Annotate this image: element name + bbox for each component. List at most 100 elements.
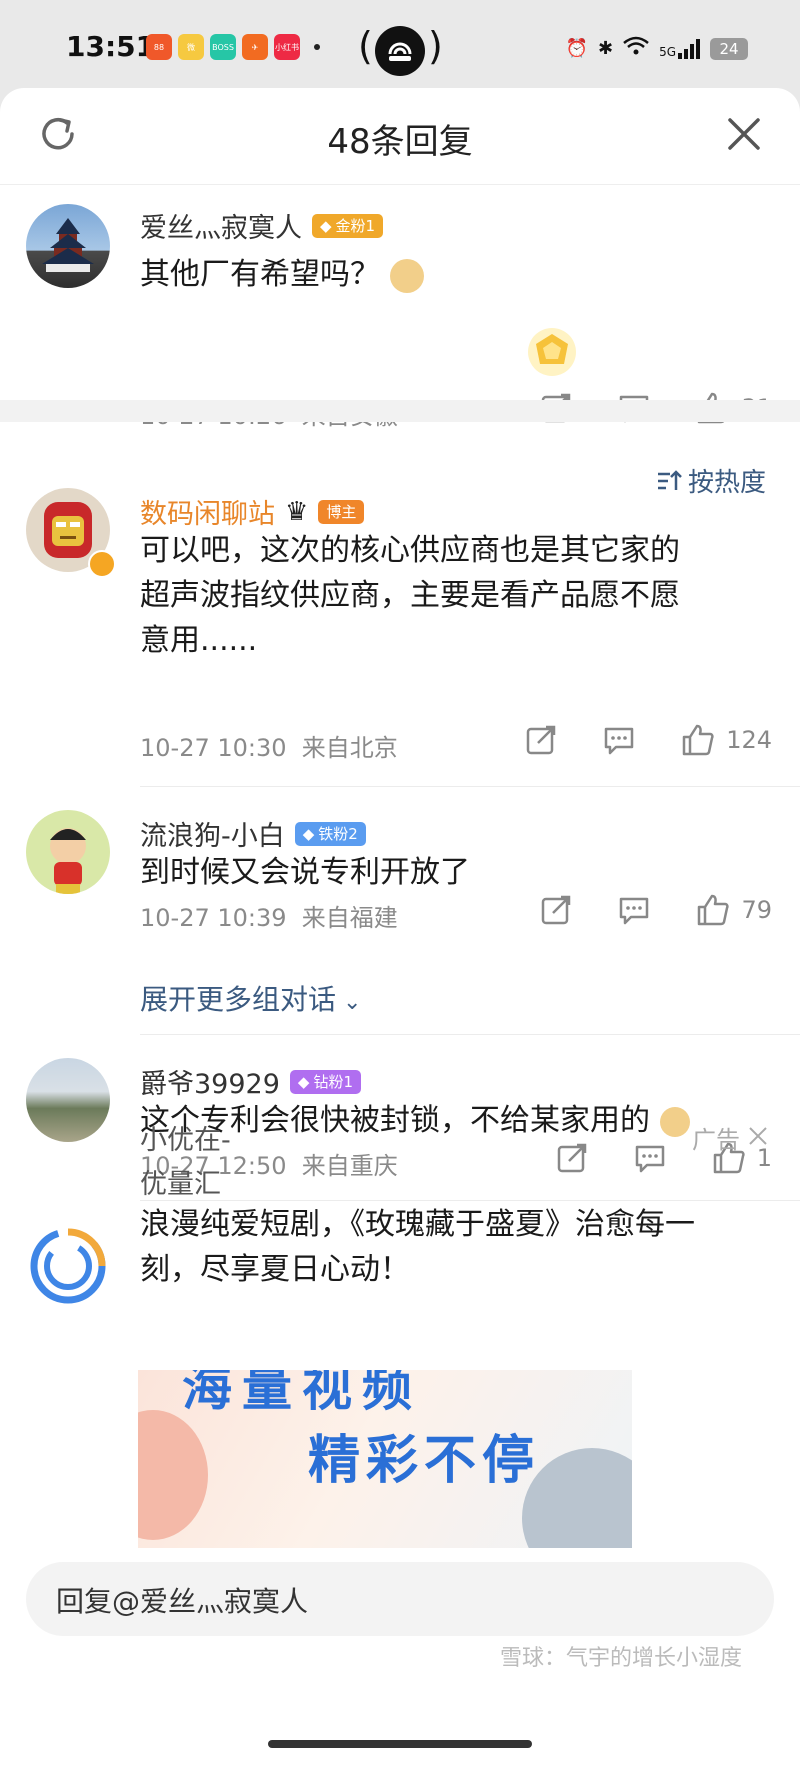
comment-location: 来自北京 [301,734,398,762]
ad-text-line: 刻，尽享夏日心动！ [140,1252,410,1287]
notification-icons: 88 微 BOSS ✈ 小红书 [146,34,320,60]
fan-badge: ◆ 钻粉1 [289,1069,361,1094]
expand-label: 展开更多组对话 [140,983,337,1016]
fan-badge: ◆ 金粉1 [312,213,384,238]
reply-button[interactable] [633,1141,667,1175]
expand-conversation-link[interactable]: 展开更多组对话 ⌄ [140,978,361,1018]
comment-text: 可以吧，这次的核心供应商也是其它家的 超声波指纹供应商，主要是看产品愿不愿 意用… [140,528,680,663]
sort-toggle[interactable]: 按热度 [656,462,766,499]
ad-label: 广告 [692,1126,740,1154]
share-button[interactable] [555,1141,589,1175]
doge-emoji-icon [389,258,424,293]
thumbs-up-icon [698,894,730,926]
crown-icon: ♛ [285,496,309,527]
badge-label: 金粉1 [335,217,376,235]
ad-name[interactable]: 小优在- [140,1118,231,1157]
wifi-icon [623,36,649,61]
share-icon [542,895,571,925]
watermark: 雪球：气宇的增长小湿度 [500,1646,743,1671]
signal-icon: 5G [659,38,700,59]
main-comment: 爱丝灬寂寞人 ◆金粉1 其他厂有希望吗？ 10-27 10:26 来自安徽 31 [0,184,800,430]
sheet-title: 48条回复 [327,122,473,162]
home-indicator[interactable] [268,1740,532,1748]
alarm-icon: ⏰ [565,38,588,59]
avatar[interactable] [26,204,110,288]
reward-badge-icon [524,324,580,380]
blogger-badge: 博主 [318,499,365,524]
sort-label: 按热度 [687,468,766,498]
dynamic-island: ( ) [358,22,444,78]
reply-divider [140,1034,800,1035]
doge-emoji-icon [659,1106,690,1137]
comment-actions: 79 [495,892,772,928]
comment-text-body: 其他厂有希望吗？ [140,257,380,292]
ad-banner-text-2: 精彩不停 [308,1431,541,1491]
username[interactable]: 爱丝灬寂寞人 [140,206,302,245]
like-count: 124 [726,726,772,754]
weibo-icon: 微 [178,34,204,60]
island-left-bracket: ( [358,24,373,68]
comment-location: 来自福建 [301,904,398,932]
share-icon [526,725,556,755]
comment-icon [635,1145,664,1173]
comment-line: 可以吧，这次的核心供应商也是其它家的 [140,533,680,568]
comment-icon [604,727,634,755]
verified-badge-icon [88,550,116,578]
boss-icon: BOSS [210,34,236,60]
comment-meta: 10-27 10:30 来自北京 [140,728,398,763]
reply-placeholder: 回复@爱丝灬寂寞人 [56,1585,309,1618]
status-time: 13:51 [66,30,156,63]
island-right-bracket: ) [428,24,443,68]
chevron-down-icon: ⌄ [336,990,362,1015]
badge-label: 钻粉1 [313,1073,353,1091]
comment-time: 10-27 10:39 [140,904,287,932]
network-label: 5G [659,44,676,59]
comment-actions: 124 [480,722,772,758]
ad-text-line: 浪漫纯爱短剧，《玫瑰藏于盛夏》治愈每一 [140,1207,695,1242]
comment-icon [620,897,649,925]
badge-diamond-icon: ◆ [297,1072,310,1091]
sheet-header: 48条回复 [0,88,800,185]
like-button[interactable]: 79 [695,892,772,928]
reply-button[interactable] [602,723,636,757]
ad-author: 小优在- [140,1118,231,1157]
ad-tag: 广告 [692,1120,768,1155]
reply-button[interactable] [617,893,651,927]
ad-close-icon[interactable] [748,1124,768,1152]
comment-author: 数码闲聊站 ♛ 博主 [140,492,365,531]
ad-avatar[interactable] [26,1224,110,1308]
avatar[interactable] [26,1058,110,1142]
battery-icon: 24 [710,37,748,60]
ad-banner-image[interactable]: 海量视频 精彩不停 [138,1370,632,1548]
ad-decor-shape [138,1410,208,1540]
comment-meta: 10-27 10:39 来自福建 [140,898,398,933]
close-icon[interactable] [722,112,766,156]
username[interactable]: 爵爷39929 [140,1062,280,1101]
like-button[interactable]: 124 [680,722,772,758]
reply-input[interactable]: 回复@爱丝灬寂寞人 [26,1562,774,1636]
sort-icon [657,469,682,490]
avatar[interactable] [26,810,110,894]
ad-name-2: 优量汇 [140,1169,221,1200]
badge-label: 铁粉2 [318,825,358,843]
username[interactable]: 流浪狗-小白 [140,814,285,853]
section-separator [0,400,800,422]
like-count: 79 [741,896,772,924]
island-hotspot-icon [375,26,425,76]
badge-diamond-icon: ◆ [302,824,315,843]
username[interactable]: 数码闲聊站 [140,492,275,531]
comment-time: 10-27 10:30 [140,734,287,762]
ad-banner-text-1: 海量视频 [182,1370,422,1417]
comment-text-body: 到时候又会说专利开放了 [140,855,470,890]
comment-line: 超声波指纹供应商，主要是看产品愿不愿 [140,578,680,613]
system-icons: ⏰ ✱ 5G 24 [566,36,748,61]
comment-text: 到时候又会说专利开放了 [140,850,470,895]
share-button[interactable] [539,893,573,927]
share-button[interactable] [524,723,558,757]
badge-crown-icon: ◆ [320,216,332,235]
bluetooth-icon: ✱ [597,38,614,59]
comment-author: 流浪狗-小白 ◆ 铁粉2 [140,814,366,853]
comment-line: 意用...... [140,623,258,658]
comment-author: 爵爷39929 ◆ 钻粉1 [140,1062,361,1101]
more-notifications-dot [314,44,320,50]
